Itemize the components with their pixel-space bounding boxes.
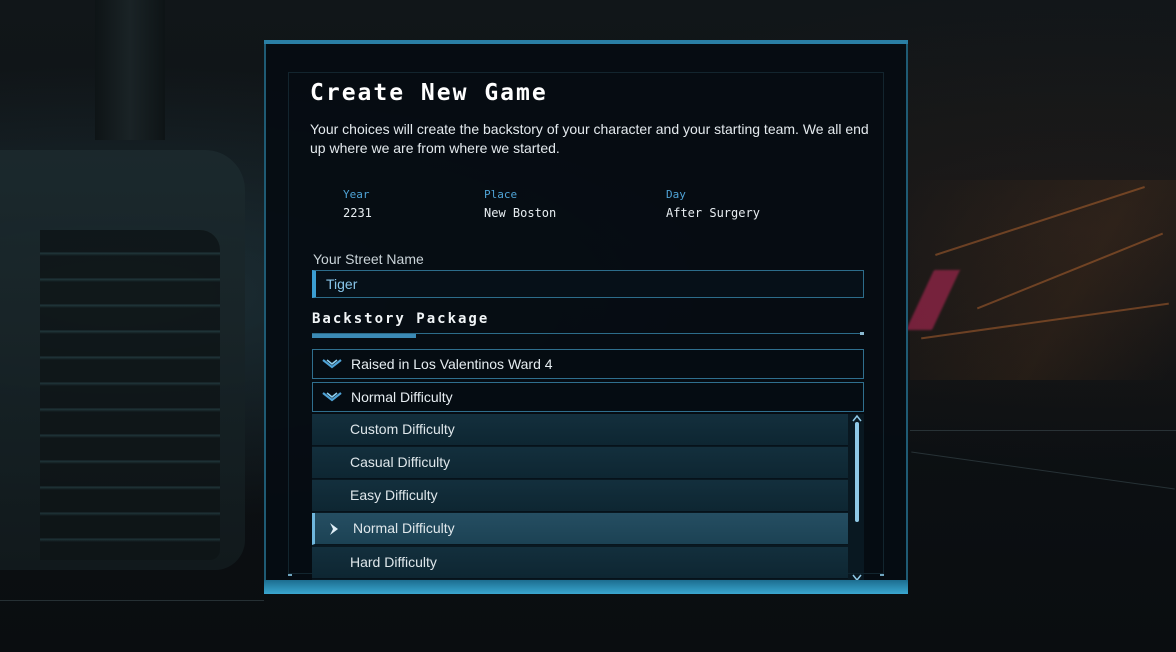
origin-dropdown[interactable]: Raised in Los Valentinos Ward 4 (312, 349, 864, 379)
game-background: Create New Game Your choices will create… (0, 0, 1176, 652)
info-place-label: Place (484, 188, 518, 201)
scrollbar-thumb[interactable] (855, 422, 859, 522)
difficulty-option-easy[interactable]: Easy Difficulty (312, 480, 848, 512)
street-name-input[interactable] (312, 270, 864, 298)
info-day-value: After Surgery (666, 206, 760, 220)
background-floor-line (910, 430, 1176, 431)
info-day: Day After Surgery (666, 188, 760, 220)
origin-dropdown-label: Raised in Los Valentinos Ward 4 (351, 356, 553, 372)
info-year: Year 2231 (343, 188, 372, 220)
difficulty-options-list[interactable]: Custom Difficulty Casual Difficulty Easy… (312, 414, 864, 582)
info-year-value: 2231 (343, 206, 372, 220)
difficulty-option-normal[interactable]: Normal Difficulty (312, 513, 848, 545)
page-title: Create New Game (310, 80, 548, 106)
chevron-down-icon (322, 359, 342, 369)
difficulty-dropdown[interactable]: Normal Difficulty (312, 382, 864, 412)
background-floor-line (0, 600, 264, 601)
frame-corner-mark (288, 574, 292, 576)
difficulty-option-casual[interactable]: Casual Difficulty (312, 447, 848, 479)
info-day-label: Day (666, 188, 686, 201)
diamond-arrow-icon (330, 523, 338, 535)
info-year-label: Year (343, 188, 370, 201)
chevron-down-icon (322, 392, 342, 402)
create-new-game-dialog: Create New Game Your choices will create… (264, 40, 908, 594)
difficulty-dropdown-label: Normal Difficulty (351, 389, 453, 405)
section-divider-accent (312, 334, 416, 338)
info-place: Place New Boston (484, 188, 556, 220)
dialog-bottom-bar (264, 580, 908, 594)
dialog-top-bar (264, 40, 908, 44)
background-floor-line (911, 451, 1175, 490)
options-scrollbar[interactable] (850, 414, 864, 582)
difficulty-option-custom[interactable]: Custom Difficulty (312, 414, 848, 446)
background-machine (0, 150, 245, 570)
list-item-label: Hard Difficulty (350, 554, 437, 570)
section-divider-end (860, 332, 864, 335)
backstory-section-title: Backstory Package (312, 311, 490, 327)
list-item-label: Casual Difficulty (350, 454, 451, 470)
background-pillar (95, 0, 165, 140)
dialog-description: Your choices will create the backstory o… (310, 121, 869, 156)
street-name-label: Your Street Name (313, 251, 424, 267)
list-item-label: Custom Difficulty (350, 421, 455, 437)
chevron-up-icon[interactable] (852, 414, 862, 422)
list-item-label: Normal Difficulty (353, 520, 455, 536)
frame-corner-mark (880, 574, 884, 576)
list-item-label: Easy Difficulty (350, 487, 438, 503)
info-place-value: New Boston (484, 206, 557, 220)
difficulty-option-hard[interactable]: Hard Difficulty (312, 547, 848, 579)
background-vent (40, 230, 220, 560)
